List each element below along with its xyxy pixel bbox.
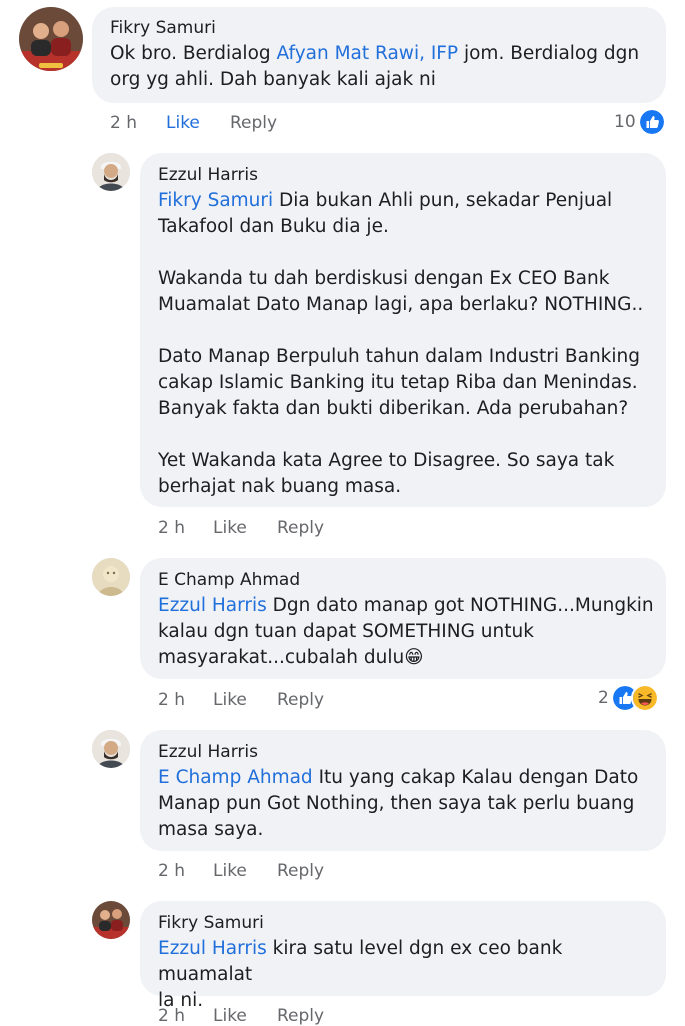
- comment-text: Ok bro. Berdialog Afyan Mat Rawi, IFP jo…: [110, 41, 650, 93]
- comment-text: Ezzul Harris Dgn dato manap got NOTHING.…: [158, 593, 658, 671]
- haha-icon: [632, 686, 657, 710]
- comment-text-part: jom. Berdialog dgn: [458, 43, 640, 64]
- like-button[interactable]: Like: [166, 113, 200, 133]
- reaction-count: 2: [598, 688, 609, 708]
- avatar-photo-icon: [92, 730, 130, 768]
- reply-button[interactable]: Reply: [277, 518, 324, 538]
- avatar[interactable]: [19, 7, 83, 71]
- reply-button[interactable]: Reply: [277, 690, 324, 710]
- mention-link[interactable]: E Champ Ahmad: [158, 767, 313, 788]
- like-button[interactable]: Like: [213, 690, 247, 710]
- comment-author[interactable]: Fikry Samuri: [110, 18, 216, 38]
- timestamp[interactable]: 2 h: [158, 1006, 185, 1026]
- comment-text: Ezzul Harris kira satu level dgn ex ceo …: [158, 936, 658, 1014]
- comment-text-part: org yg ahli. Dah banyak kali ajak ni: [110, 69, 436, 90]
- reply-button[interactable]: Reply: [230, 113, 277, 133]
- comment-author[interactable]: Ezzul Harris: [158, 742, 258, 762]
- like-button[interactable]: Like: [213, 861, 247, 881]
- comment-text: E Champ Ahmad Itu yang cakap Kalau denga…: [158, 765, 658, 843]
- avatar-photo-icon: [92, 901, 130, 939]
- comment-text-part: Dia bukan Ahli pun, sekadar Penjual Taka…: [158, 190, 644, 497]
- like-button[interactable]: Like: [213, 1006, 247, 1026]
- avatar-photo-icon: [19, 7, 83, 71]
- avatar[interactable]: [92, 901, 130, 939]
- like-icon: [639, 110, 664, 134]
- reaction-count: 10: [614, 112, 636, 132]
- mention-link[interactable]: Afyan Mat Rawi, IFP: [277, 43, 459, 64]
- avatar[interactable]: [92, 558, 130, 596]
- mention-link[interactable]: Ezzul Harris: [158, 595, 267, 616]
- reaction-summary[interactable]: 10: [614, 109, 664, 135]
- avatar-photo-icon: [92, 558, 130, 596]
- comment-author[interactable]: Ezzul Harris: [158, 165, 258, 185]
- comment-text: Fikry Samuri Dia bukan Ahli pun, sekadar…: [158, 188, 658, 500]
- mention-link[interactable]: Ezzul Harris: [158, 938, 267, 959]
- reply-button[interactable]: Reply: [277, 1006, 324, 1026]
- comment-text-part: Ok bro. Berdialog: [110, 43, 277, 64]
- mention-link[interactable]: Fikry Samuri: [158, 190, 273, 211]
- reaction-summary[interactable]: 2: [598, 685, 657, 711]
- avatar[interactable]: [92, 153, 130, 191]
- timestamp[interactable]: 2 h: [158, 518, 185, 538]
- comment-author[interactable]: E Champ Ahmad: [158, 570, 300, 590]
- reply-button[interactable]: Reply: [277, 861, 324, 881]
- timestamp[interactable]: 2 h: [158, 690, 185, 710]
- avatar[interactable]: [92, 730, 130, 768]
- like-button[interactable]: Like: [213, 518, 247, 538]
- timestamp[interactable]: 2 h: [158, 861, 185, 881]
- timestamp[interactable]: 2 h: [110, 113, 137, 133]
- avatar-photo-icon: [92, 153, 130, 191]
- comment-author[interactable]: Fikry Samuri: [158, 913, 264, 933]
